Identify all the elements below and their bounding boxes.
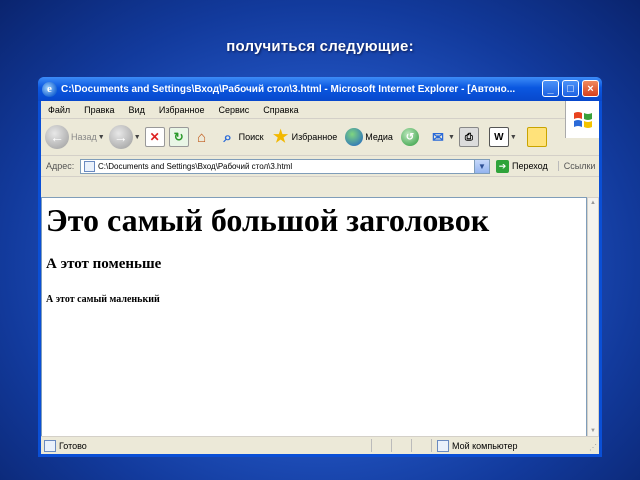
scroll-down-icon[interactable]: ▼ [588, 426, 598, 436]
edit-icon: W [488, 127, 509, 147]
menu-view[interactable]: Вид [122, 105, 152, 115]
links-button[interactable]: Ссылки [557, 161, 595, 171]
printer-icon: ⎙ [458, 127, 479, 147]
menu-edit[interactable]: Правка [77, 105, 121, 115]
close-button[interactable]: × [582, 80, 599, 97]
discuss-button[interactable] [526, 127, 547, 147]
minimize-button[interactable]: _ [542, 80, 559, 97]
heading-h2: А этот поменьше [46, 256, 162, 272]
home-button[interactable]: ⌂ [193, 128, 211, 146]
window-title: C:\Documents and Settings\Вход\Рабочий с… [61, 83, 516, 95]
page-content: Это самый большой заголовок А этот помен… [41, 197, 587, 437]
resize-grip-icon[interactable]: ⋰ [589, 443, 597, 452]
forward-button[interactable]: → ▼ [108, 125, 141, 149]
favorites-label: Избранное [291, 132, 338, 142]
address-bar: Адрес: C:\Documents and Settings\Вход\Ра… [41, 156, 599, 177]
slide-caption: получиться следующие: [226, 38, 414, 55]
favorites-button[interactable]: ★ Избранное [272, 127, 338, 146]
status-divider [371, 439, 372, 452]
status-divider [411, 439, 412, 452]
menu-file[interactable]: Файл [41, 105, 77, 115]
go-button[interactable]: ➔ Переход [496, 159, 548, 173]
search-button[interactable]: ⌕ Поиск [219, 128, 264, 146]
address-input[interactable]: C:\Documents and Settings\Вход\Рабочий с… [80, 158, 490, 174]
history-icon: ↺ [400, 128, 419, 146]
back-arrow-icon: ← [45, 125, 69, 149]
refresh-button[interactable]: ↻ [168, 127, 189, 147]
mail-button[interactable]: ✉ ▼ [429, 128, 455, 146]
menu-bar: Файл Правка Вид Избранное Сервис Справка [41, 101, 599, 138]
edit-button[interactable]: W ▼ [488, 127, 517, 147]
address-value: C:\Documents and Settings\Вход\Рабочий с… [98, 161, 293, 171]
ie-window: e C:\Documents and Settings\Вход\Рабочий… [38, 77, 602, 457]
forward-arrow-icon: → [108, 125, 133, 149]
status-bar: Готово Мой компьютер ⋰ [41, 436, 599, 454]
status-page-icon [44, 439, 56, 452]
menu-tools[interactable]: Сервис [211, 105, 256, 115]
title-bar[interactable]: e C:\Documents and Settings\Вход\Рабочий… [38, 77, 602, 101]
print-button[interactable]: ⎙ [458, 127, 479, 147]
toolbar: ← Назад ▼ → ▼ ✕ ↻ ⌂ ⌕ Поиск ★ Избранное … [41, 119, 599, 156]
chevron-down-icon: ▼ [447, 133, 455, 141]
media-button[interactable]: Медиа [345, 128, 393, 146]
star-icon: ★ [273, 127, 289, 146]
address-dropdown-button[interactable]: ▼ [474, 159, 489, 173]
chevron-down-icon: ▼ [133, 133, 141, 141]
status-text: Готово [59, 440, 87, 451]
back-label: Назад [71, 132, 97, 142]
menu-help[interactable]: Справка [256, 105, 305, 115]
heading-h1: Это самый большой заголовок [46, 202, 490, 238]
chevron-down-icon: ▼ [509, 133, 517, 141]
ie-logo-icon: e [42, 81, 57, 97]
messenger-icon [526, 127, 547, 147]
chevron-down-icon: ▼ [97, 133, 105, 141]
media-label: Медиа [365, 132, 393, 142]
security-zone: Мой компьютер [434, 439, 518, 452]
computer-icon [437, 439, 449, 452]
stop-button[interactable]: ✕ [144, 127, 165, 147]
status-divider [391, 439, 392, 452]
home-icon: ⌂ [197, 128, 207, 146]
media-globe-icon [345, 128, 364, 146]
stop-icon: ✕ [144, 127, 165, 147]
search-label: Поиск [238, 132, 264, 142]
scroll-up-icon[interactable]: ▲ [588, 198, 598, 208]
go-label: Переход [512, 161, 548, 171]
zone-label: Мой компьютер [452, 440, 518, 451]
vertical-scrollbar[interactable]: ▲ ▼ [587, 197, 599, 437]
go-arrow-icon: ➔ [496, 159, 509, 173]
maximize-button[interactable]: □ [562, 80, 579, 97]
refresh-icon: ↻ [168, 127, 189, 147]
windows-logo-icon [565, 101, 599, 138]
status-divider [431, 439, 432, 452]
menu-favorites[interactable]: Избранное [152, 105, 212, 115]
page-icon [84, 160, 95, 172]
heading-h3: А этот самый маленький [46, 294, 160, 305]
back-button[interactable]: ← Назад ▼ [45, 125, 105, 149]
address-label: Адрес: [46, 161, 75, 171]
window-body: Файл Правка Вид Избранное Сервис Справка… [41, 101, 599, 454]
mail-icon: ✉ [432, 128, 444, 145]
history-button[interactable]: ↺ [400, 128, 419, 146]
search-icon: ⌕ [223, 128, 232, 146]
